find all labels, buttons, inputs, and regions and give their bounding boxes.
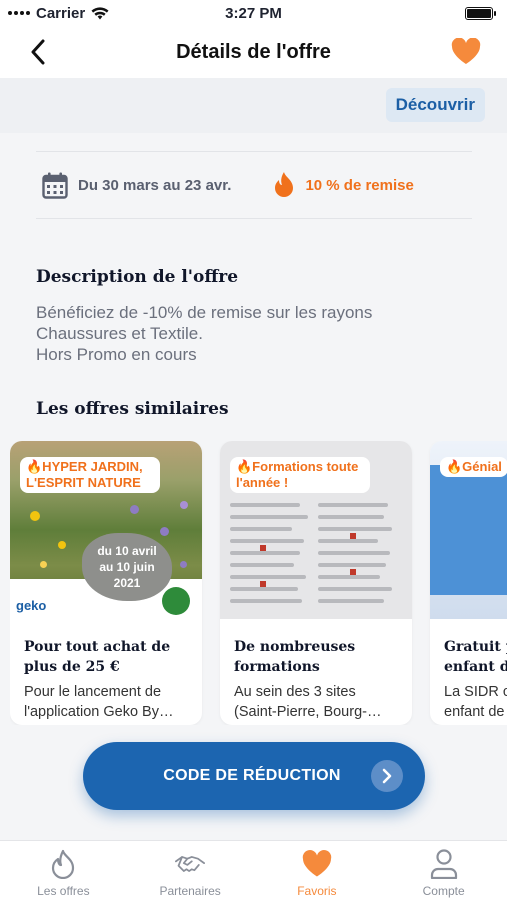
tab-label: Favoris	[297, 884, 337, 898]
status-time: 3:27 PM	[225, 4, 282, 22]
offer-card-visual	[430, 465, 507, 595]
offer-info-row: Du 30 mars au 23 avr. 10 % de remise	[36, 151, 472, 219]
description-line: Bénéficiez de -10% de remise sur les ray…	[36, 303, 373, 322]
handshake-icon	[175, 849, 206, 879]
tab-favorites[interactable]: Favoris	[254, 841, 381, 900]
offer-card-title: Pour tout achat de plus de 25 €	[24, 639, 171, 675]
offer-card[interactable]: 🔥Formations toute l'année ! De nombreuse…	[220, 441, 412, 725]
similar-offers-title: Les offres similaires	[36, 399, 229, 419]
offer-card-desc-line: l'application Geko By…	[24, 704, 174, 720]
wifi-icon	[91, 6, 109, 19]
chevron-right-icon	[371, 760, 403, 792]
tab-partners[interactable]: Partenaires	[127, 841, 254, 900]
period-line: 2021	[113, 576, 141, 590]
carrier-label: Carrier	[36, 4, 86, 22]
offer-card-desc-line: La SIDR c	[444, 684, 507, 700]
offer-card[interactable]: du 10 avril au 10 juin 2021 geko 🔥HYPER …	[10, 441, 202, 725]
tab-bar: Les offres Partenaires Favoris Compte	[0, 840, 507, 900]
chevron-left-icon	[31, 39, 45, 65]
tab-account[interactable]: Compte	[380, 841, 507, 900]
heart-icon	[302, 849, 332, 879]
offer-card-title: Gratuit p enfant du	[444, 637, 507, 677]
offer-header: Découvrir	[0, 78, 507, 133]
offer-dates: Du 30 mars au 23 avr.	[36, 172, 231, 199]
back-button[interactable]	[24, 38, 52, 66]
hyper-jardin-logo	[162, 587, 190, 615]
offer-card-desc-line: (Saint-Pierre, Bourg-…	[234, 704, 382, 720]
period-line: au 10 juin	[99, 560, 155, 574]
offer-card-tag: 🔥Génial	[440, 457, 507, 477]
offer-card-description: Au sein des 3 sites (Saint-Pierre, Bourg…	[234, 682, 404, 722]
offer-card-tag: 🔥Formations toute l'année !	[230, 457, 370, 493]
offer-card-desc-line: Pour le lancement de	[24, 684, 162, 700]
offer-card-image: du 10 avril au 10 juin 2021 geko 🔥HYPER …	[10, 441, 202, 619]
description-title: Description de l'offre	[36, 267, 239, 287]
offer-discount: 10 % de remise	[273, 171, 414, 199]
offer-card-image: 🔥Génial	[430, 441, 507, 619]
favorite-button[interactable]	[451, 37, 481, 66]
offer-card-desc-line: enfant de	[444, 704, 505, 720]
calendar-icon	[42, 172, 68, 199]
offer-card[interactable]: 🔥Génial Gratuit p enfant du La SIDR c en…	[430, 441, 507, 725]
offer-date-range: Du 30 mars au 23 avr.	[78, 176, 232, 194]
nav-bar: Détails de l'offre	[0, 26, 507, 78]
geko-logo: geko	[16, 598, 47, 613]
description-line: Hors Promo en cours	[36, 345, 197, 364]
status-left: Carrier	[8, 5, 109, 22]
offer-card-description: Pour le lancement de l'application Geko …	[24, 682, 194, 722]
battery-icon	[465, 6, 496, 20]
flame-icon	[48, 849, 78, 879]
discount-label: 10 % de remise	[305, 176, 414, 194]
period-line: du 10 avril	[97, 544, 157, 558]
offer-card-tag: 🔥HYPER JARDIN, L'ESPRIT NATURE	[20, 457, 160, 493]
discount-code-button[interactable]: CODE DE RÉDUCTION	[83, 742, 425, 810]
offer-card-title: De nombreuses formations	[234, 639, 356, 675]
tab-label: Compte	[422, 884, 465, 898]
offer-period-badge: du 10 avril au 10 juin 2021	[82, 533, 172, 601]
tab-label: Partenaires	[159, 884, 221, 898]
tab-offers[interactable]: Les offres	[0, 841, 127, 900]
offer-card-title-line: enfant du	[444, 659, 507, 675]
similar-offers-carousel[interactable]: du 10 avril au 10 juin 2021 geko 🔥HYPER …	[10, 441, 507, 725]
offer-card-desc-line: Au sein des 3 sites	[234, 684, 356, 700]
offer-card-title-line: Gratuit p	[444, 639, 507, 655]
offer-card-description: La SIDR c enfant de	[444, 682, 507, 722]
tab-label: Les offres	[37, 884, 90, 898]
flame-icon	[275, 172, 294, 197]
page-title: Détails de l'offre	[176, 40, 331, 63]
signal-icon	[8, 11, 30, 15]
heart-icon	[451, 37, 481, 64]
user-icon	[429, 849, 459, 879]
discover-button[interactable]: Découvrir	[385, 88, 485, 122]
status-bar: Carrier 3:27 PM	[0, 0, 507, 26]
offer-card-image: 🔥Formations toute l'année !	[220, 441, 412, 619]
description-body: Bénéficiez de -10% de remise sur les ray…	[36, 302, 476, 365]
description-line: Chaussures et Textile.	[36, 324, 203, 343]
